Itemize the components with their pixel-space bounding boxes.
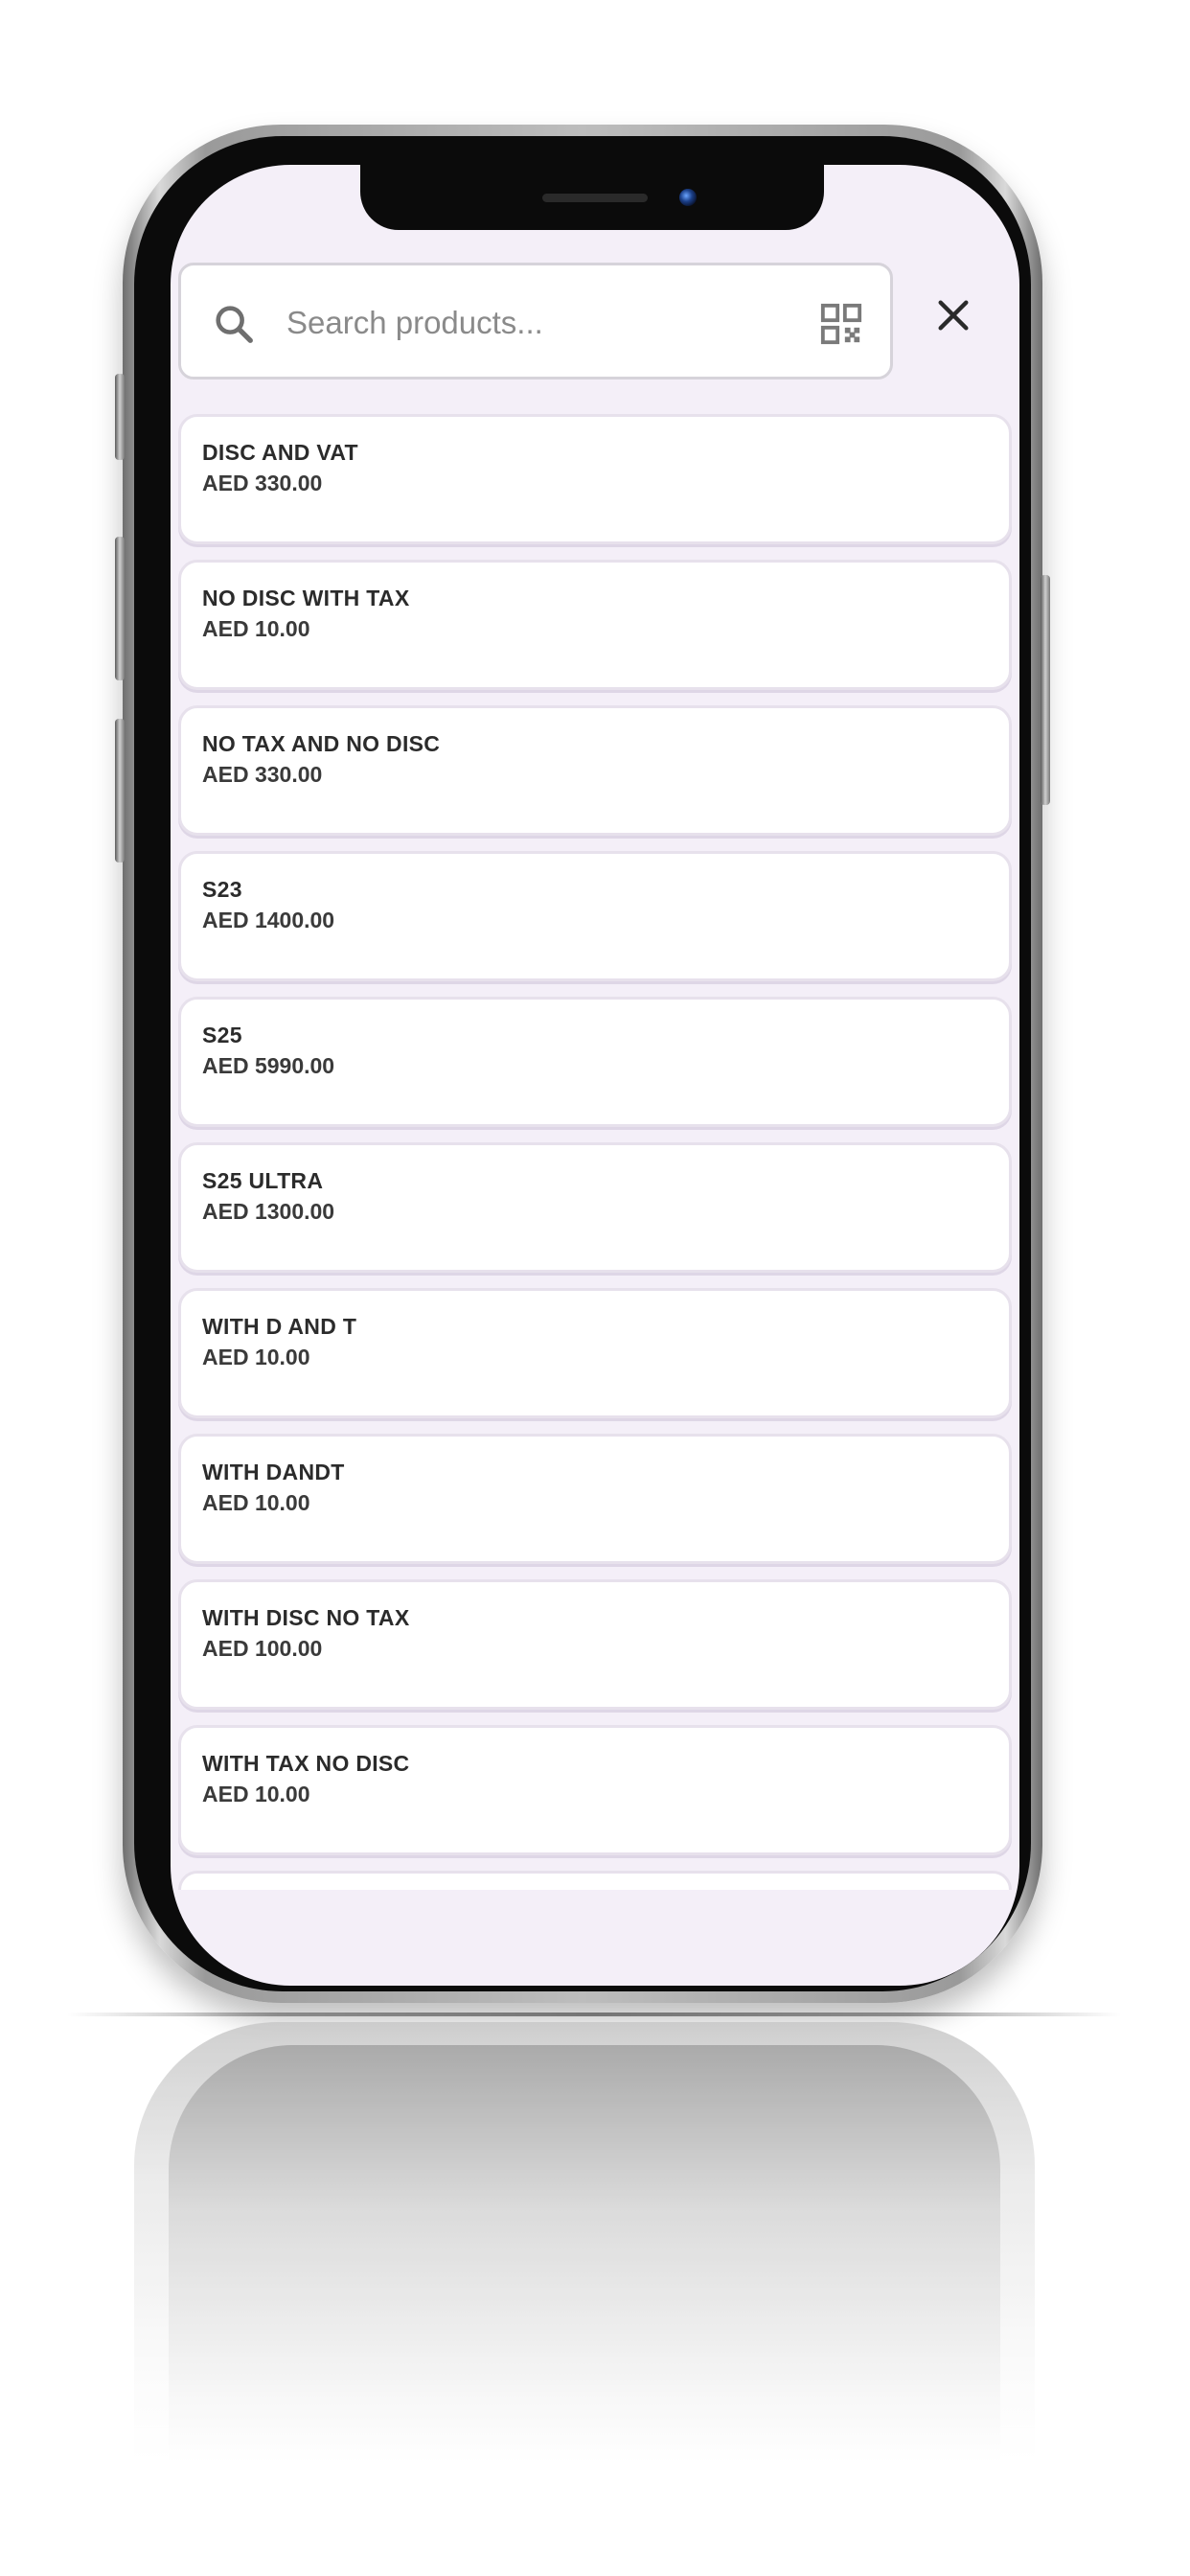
product-price: AED 10.00 — [202, 1490, 310, 1515]
product-name: NO DISC WITH TAX — [202, 586, 410, 610]
product-price: AED 5990.00 — [202, 1053, 335, 1078]
product-price: AED 1300.00 — [202, 1199, 335, 1224]
volume-down-button — [115, 719, 125, 862]
phone-reflection — [134, 2022, 1035, 2463]
reflection-screen — [169, 2045, 1000, 2463]
product-item[interactable]: WITH DANDT AED 10.00 — [178, 1434, 1012, 1564]
product-name: WITH DANDT — [202, 1460, 345, 1484]
product-item[interactable]: WITH D AND T AED 10.00 — [178, 1288, 1012, 1418]
product-price: AED 100.00 — [202, 1636, 323, 1661]
search-icon — [216, 306, 253, 343]
phone-frame: DISC AND VAT AED 330.00 NO DISC WITH TAX… — [115, 125, 1050, 2003]
product-name: WITH DISC NO TAX — [202, 1605, 410, 1630]
floor-shadow — [67, 2012, 1121, 2016]
close-button[interactable] — [920, 282, 987, 349]
product-price: AED 10.00 — [202, 616, 310, 641]
app-screen: DISC AND VAT AED 330.00 NO DISC WITH TAX… — [171, 165, 1019, 1986]
power-button — [1041, 575, 1050, 805]
product-price: AED 330.00 — [202, 471, 323, 495]
qr-code-icon[interactable] — [819, 302, 863, 346]
close-icon — [938, 300, 969, 331]
product-item[interactable] — [178, 1871, 1012, 1890]
product-name: NO TAX AND NO DISC — [202, 731, 441, 756]
search-input[interactable] — [285, 288, 787, 357]
product-name: WITH TAX NO DISC — [202, 1751, 410, 1776]
product-name: S25 — [202, 1023, 242, 1047]
product-price: AED 10.00 — [202, 1782, 310, 1806]
product-price: AED 330.00 — [202, 762, 323, 787]
product-item[interactable]: S25 ULTRA AED 1300.00 — [178, 1142, 1012, 1273]
speaker — [542, 194, 648, 202]
product-price: AED 1400.00 — [202, 908, 335, 932]
product-item[interactable]: S23 AED 1400.00 — [178, 851, 1012, 981]
product-name: DISC AND VAT — [202, 440, 358, 465]
search-bar[interactable] — [178, 263, 893, 380]
product-name: S25 ULTRA — [202, 1168, 324, 1193]
product-item[interactable]: NO TAX AND NO DISC AED 330.00 — [178, 705, 1012, 836]
product-price: AED 10.00 — [202, 1345, 310, 1369]
product-item[interactable]: DISC AND VAT AED 330.00 — [178, 414, 1012, 544]
product-item[interactable]: WITH TAX NO DISC AED 10.00 — [178, 1725, 1012, 1855]
volume-up-button — [115, 537, 125, 680]
product-list[interactable]: DISC AND VAT AED 330.00 NO DISC WITH TAX… — [178, 414, 1012, 1890]
silent-switch — [115, 374, 125, 460]
search-row — [178, 263, 1012, 383]
product-item[interactable]: NO DISC WITH TAX AED 10.00 — [178, 560, 1012, 690]
product-item[interactable]: S25 AED 5990.00 — [178, 997, 1012, 1127]
notch — [360, 165, 824, 230]
phone-bezel: DISC AND VAT AED 330.00 NO DISC WITH TAX… — [134, 136, 1031, 1991]
front-camera — [679, 189, 697, 206]
product-item[interactable]: WITH DISC NO TAX AED 100.00 — [178, 1579, 1012, 1710]
product-name: WITH D AND T — [202, 1314, 357, 1339]
product-name: S23 — [202, 877, 242, 902]
